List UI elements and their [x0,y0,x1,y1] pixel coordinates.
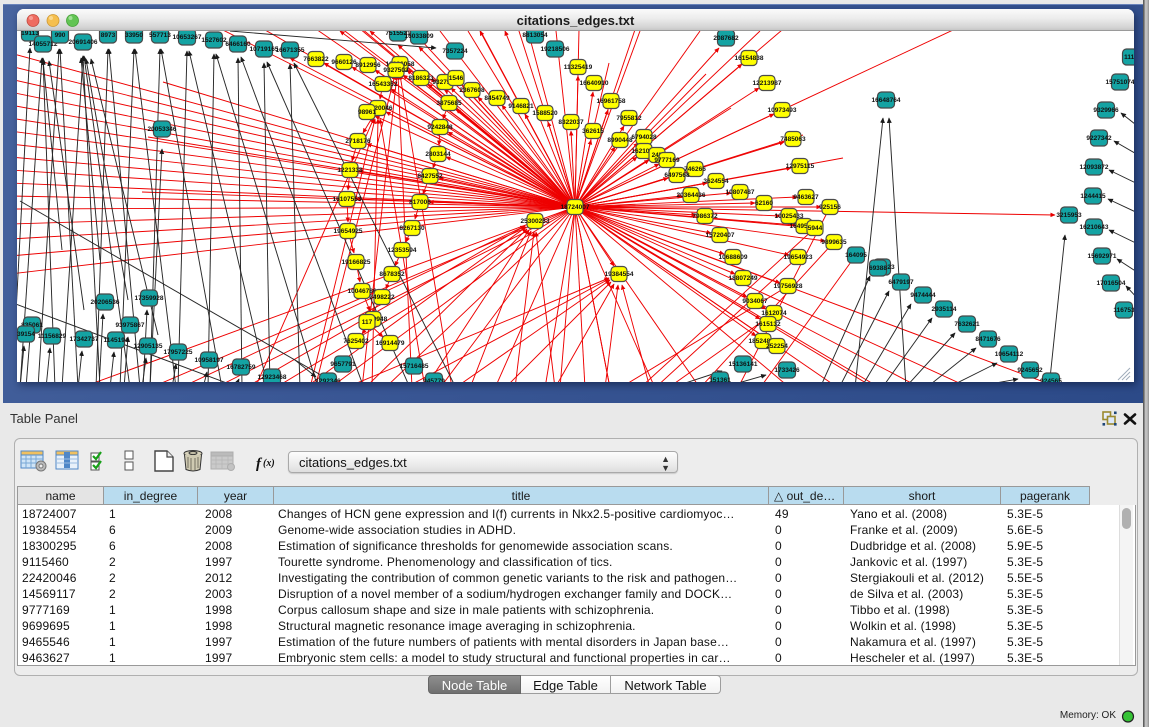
svg-text:f: f [256,456,263,472]
svg-text:(x): (x) [263,458,275,469]
